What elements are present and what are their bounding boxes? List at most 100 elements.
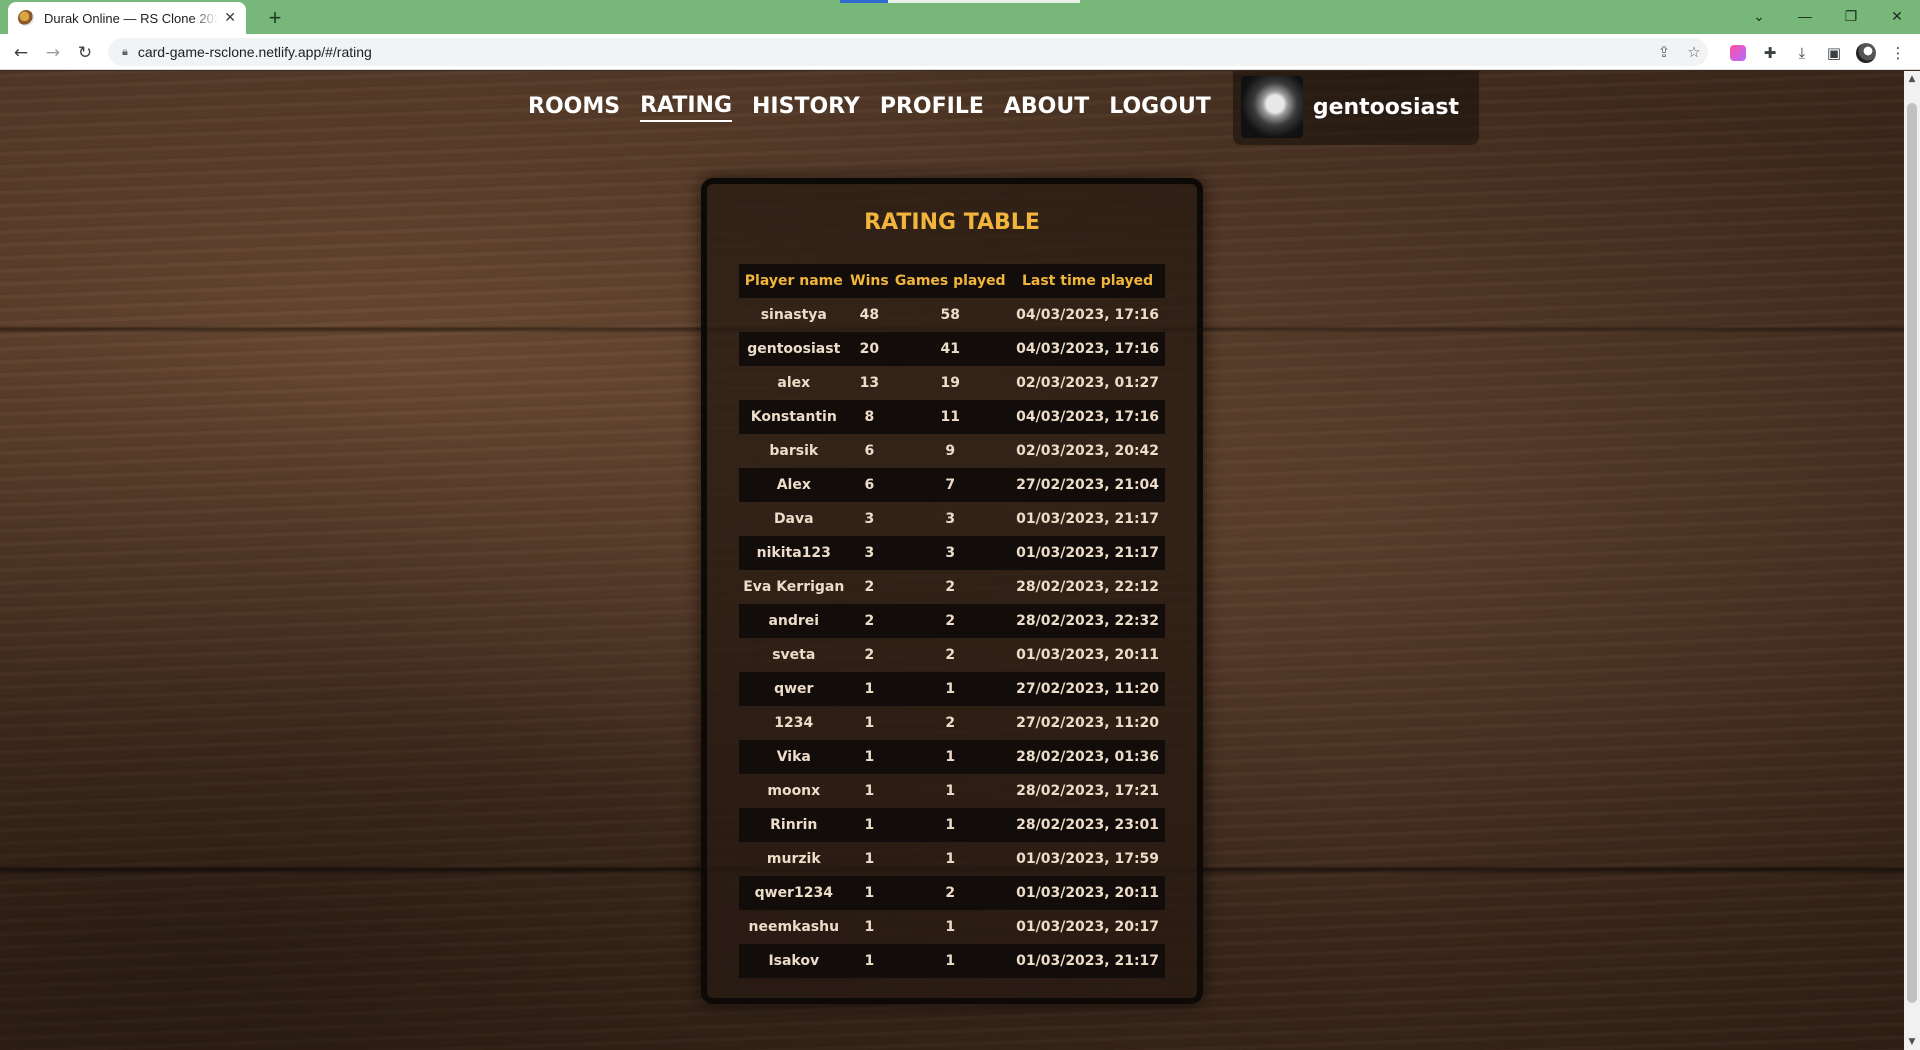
username: gentoosiast [1312, 94, 1459, 120]
cell-wins: 13 [859, 375, 880, 391]
cell-games-played: 2 [945, 579, 956, 595]
star-icon[interactable]: ☆ [1682, 38, 1706, 66]
cell-player-name: Alex [739, 468, 849, 502]
nav-link-about[interactable]: ABOUT [1004, 94, 1089, 121]
cell-games-played: 1 [945, 783, 956, 799]
table-row: sveta 2 2 01/03/2023, 20:11 [739, 638, 1165, 672]
download-icon[interactable]: ⤓ [1790, 41, 1814, 65]
cell-last-played: 01/03/2023, 21:17 [1010, 536, 1165, 570]
cell-last-played: 28/02/2023, 01:36 [1010, 740, 1165, 774]
cell-games-played: 3 [945, 511, 956, 527]
cell-player-name: 1234 [774, 715, 814, 731]
cell-games-played: 1 [945, 851, 956, 867]
cell-player-name: Rinrin [739, 808, 849, 842]
cell-wins: 1 [848, 876, 891, 910]
avatar[interactable] [1240, 76, 1303, 138]
cell-wins: 3 [864, 511, 875, 527]
cell-games-played: 7 [890, 468, 1011, 502]
cell-games-played: 11 [890, 400, 1011, 434]
cell-wins: 2 [864, 647, 875, 663]
forward-arrow-icon[interactable]: → [40, 40, 66, 66]
share-icon[interactable]: ⇪ [1652, 38, 1676, 66]
new-tab-button[interactable]: + [262, 5, 288, 31]
menu-icon[interactable]: ⋮ [1886, 41, 1910, 65]
table-row: qwer1234 1 2 01/03/2023, 20:11 [739, 876, 1165, 910]
restore-window-icon[interactable]: ❐ [1834, 4, 1868, 28]
rating-panel: RATING TABLE Player name Wins Games play… [701, 178, 1203, 1004]
cell-wins: 20 [848, 332, 891, 366]
reload-icon[interactable]: ↻ [72, 40, 98, 66]
tab-strip-indicator [840, 0, 888, 3]
cell-player-name: murzik [766, 851, 821, 867]
cell-last-played: 28/02/2023, 17:21 [1016, 783, 1160, 799]
cell-games-played: 2 [945, 647, 956, 663]
cell-last-played: 28/02/2023, 23:01 [1010, 808, 1165, 842]
cell-wins: 6 [864, 443, 875, 459]
extension-icon[interactable] [1726, 41, 1750, 65]
cell-player-name: Vika [739, 740, 849, 774]
cell-last-played: 01/03/2023, 21:17 [1016, 511, 1160, 527]
cell-games-played: 1 [890, 740, 1011, 774]
browser-tab[interactable]: Durak Online — RS Clone 2022Q ✕ [8, 2, 246, 34]
address-bar[interactable]: 🔒︎ card-game-rsclone.netlify.app/#/ratin… [108, 38, 1708, 66]
minimize-window-icon[interactable]: — [1788, 4, 1822, 28]
cell-last-played: 01/03/2023, 20:11 [1016, 647, 1160, 663]
cell-last-played: 04/03/2023, 17:16 [1010, 332, 1165, 366]
site-favicon-icon [18, 10, 34, 26]
cell-last-played: 28/02/2023, 22:32 [1010, 604, 1165, 638]
column-header-last-played: Last time played [1010, 264, 1165, 298]
table-row: andrei 2 2 28/02/2023, 22:32 [739, 604, 1165, 638]
cell-player-name: qwer [739, 672, 849, 706]
table-row: Rinrin 1 1 28/02/2023, 23:01 [739, 808, 1165, 842]
back-arrow-icon[interactable]: ← [8, 40, 34, 66]
tab-search-chevron-icon[interactable]: ⌄ [1742, 4, 1776, 28]
cell-player-name: Eva Kerrigan [743, 579, 845, 595]
cell-player-name: Isakov [739, 944, 849, 978]
cell-last-played: 27/02/2023, 11:20 [1010, 672, 1165, 706]
table-row: Dava 3 3 01/03/2023, 21:17 [739, 502, 1165, 536]
browser-toolbar: ← → ↻ 🔒︎ card-game-rsclone.netlify.app/#… [0, 34, 1920, 70]
nav-link-profile[interactable]: PROFILE [880, 94, 984, 121]
cell-wins: 1 [848, 672, 891, 706]
table-row: 1234 1 2 27/02/2023, 11:20 [739, 706, 1165, 740]
puzzle-icon[interactable]: ✚ [1758, 41, 1782, 65]
user-badge[interactable]: gentoosiast [1232, 71, 1479, 145]
table-row: gentoosiast 20 41 04/03/2023, 17:16 [739, 332, 1165, 366]
cell-last-played: 01/03/2023, 20:11 [1010, 876, 1165, 910]
cell-last-played: 01/03/2023, 17:59 [1016, 851, 1160, 867]
scroll-thumb[interactable] [1907, 103, 1917, 1003]
nav-link-rooms[interactable]: ROOMS [528, 94, 620, 121]
scroll-down-icon[interactable]: ▼ [1904, 1034, 1920, 1050]
cell-wins: 1 [864, 919, 875, 935]
cell-player-name: alex [777, 375, 811, 391]
lock-icon[interactable]: 🔒︎ [122, 45, 128, 59]
table-row: alex 13 19 02/03/2023, 01:27 [739, 366, 1165, 400]
sidepanel-icon[interactable]: ▣ [1822, 41, 1846, 65]
profile-icon[interactable] [1854, 41, 1878, 65]
nav-link-rating[interactable]: RATING [640, 93, 733, 122]
table-row: moonx 1 1 28/02/2023, 17:21 [739, 774, 1165, 808]
cell-wins: 6 [848, 468, 891, 502]
url-text[interactable]: card-game-rsclone.netlify.app/#/rating [138, 44, 372, 60]
cell-player-name: sinastya [760, 307, 827, 323]
cell-wins: 1 [848, 740, 891, 774]
cell-games-played: 1 [945, 919, 956, 935]
close-window-icon[interactable]: ✕ [1880, 4, 1914, 28]
cell-wins: 2 [864, 579, 875, 595]
cell-player-name: qwer1234 [739, 876, 849, 910]
scroll-up-icon[interactable]: ▲ [1904, 71, 1920, 87]
cell-player-name: sveta [772, 647, 816, 663]
table-row: sinastya 48 58 04/03/2023, 17:16 [739, 298, 1165, 332]
cell-games-played: 9 [945, 443, 956, 459]
cell-games-played: 2 [890, 604, 1011, 638]
nav-link-logout[interactable]: LOGOUT [1109, 94, 1211, 121]
table-row: barsik 6 9 02/03/2023, 20:42 [739, 434, 1165, 468]
nav-link-history[interactable]: HISTORY [752, 94, 860, 121]
tab-close-icon[interactable]: ✕ [224, 10, 236, 26]
table-header-row: Player name Wins Games played Last time … [739, 264, 1165, 298]
page-scrollbar[interactable]: ▲ ▼ [1904, 71, 1920, 1050]
cell-wins: 1 [864, 851, 875, 867]
cell-player-name: nikita123 [739, 536, 849, 570]
table-row: Isakov 1 1 01/03/2023, 21:17 [739, 944, 1165, 978]
cell-wins: 3 [848, 536, 891, 570]
